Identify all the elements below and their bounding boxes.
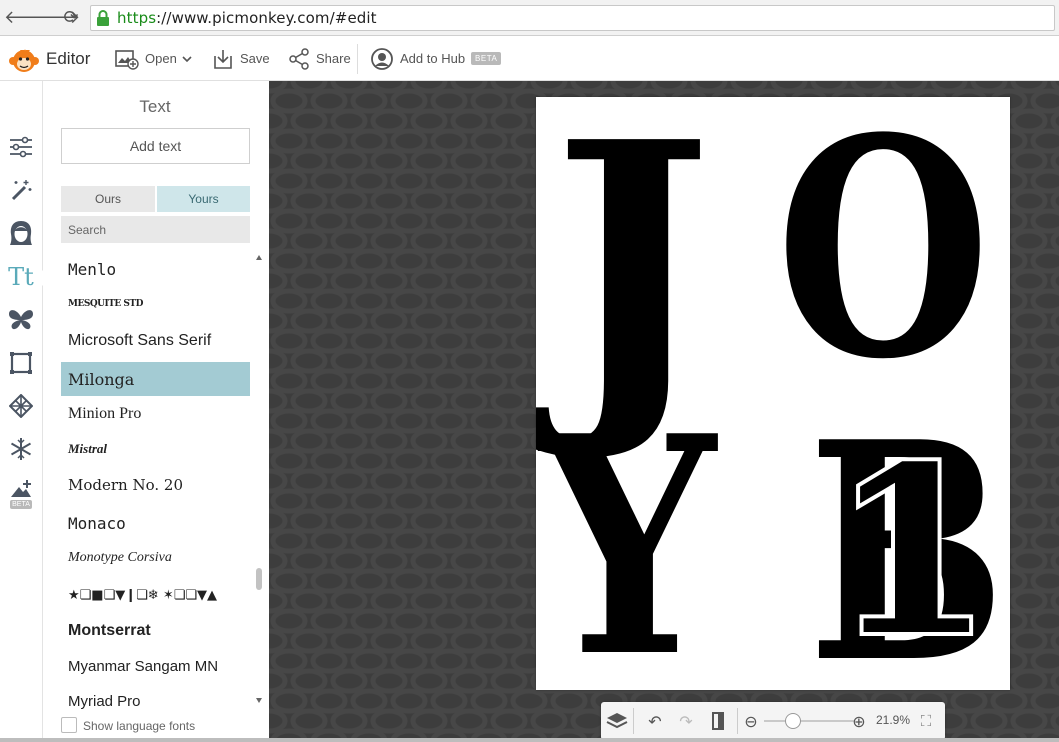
font-item-modern-no-20[interactable]: Modern No. 20: [61, 468, 250, 502]
url-text[interactable]: https://www.picmonkey.com/#edit: [117, 9, 377, 27]
save-button[interactable]: Save: [212, 36, 270, 81]
open-button[interactable]: Open: [115, 36, 193, 81]
magic-wand-icon[interactable]: [7, 176, 35, 204]
reload-icon[interactable]: ⟳: [60, 7, 82, 29]
flip-icon[interactable]: [706, 709, 730, 733]
letter-y[interactable]: Y: [540, 397, 716, 691]
texture-icon[interactable]: [7, 392, 35, 420]
share-icon: [289, 47, 309, 70]
chevron-down-icon: [182, 55, 192, 62]
canvas-area[interactable]: J O Y B 1 ↶ ↷ ⊖ ⊕ 21.9% ⛶: [269, 81, 1059, 742]
tab-yours[interactable]: Yours: [157, 186, 250, 212]
zoom-out-icon[interactable]: ⊖: [739, 709, 763, 733]
save-label: Save: [240, 51, 270, 66]
canvas-toolbar: ↶ ↷ ⊖ ⊕ 21.9% ⛶: [601, 702, 945, 740]
scroll-down-arrow-icon[interactable]: [256, 698, 262, 703]
tab-ours[interactable]: Ours: [61, 186, 155, 212]
sliders-icon[interactable]: [7, 133, 35, 161]
font-item-mistral[interactable]: Mistral: [61, 432, 250, 466]
lock-icon: [97, 10, 109, 26]
zoom-slider-track[interactable]: [764, 720, 854, 722]
hub-icon: [371, 47, 393, 70]
browser-toolbar: 🡐 🡒 ⟳ https://www.picmonkey.com/#edit: [0, 0, 1059, 36]
text-tool-icon[interactable]: Tt: [7, 263, 35, 291]
editor-logo[interactable]: Editor: [8, 36, 90, 81]
text-panel: Text Add text Ours Yours Menlo MESQUITE …: [44, 81, 269, 742]
panel-title: Text: [139, 97, 171, 116]
url-path: ://www.picmonkey.com/#edit: [156, 9, 377, 27]
hub-label: Add to Hub: [400, 51, 466, 66]
letter-o[interactable]: O: [776, 99, 990, 399]
open-label: Open: [145, 51, 177, 66]
font-search-input[interactable]: [61, 216, 250, 243]
toolbar-divider: [357, 44, 358, 74]
scroll-up-arrow-icon[interactable]: [256, 255, 262, 260]
digit-one[interactable]: 1: [828, 433, 996, 671]
face-icon[interactable]: [7, 219, 35, 247]
frame-icon[interactable]: [7, 349, 35, 377]
beta-badge: BETA: [471, 52, 502, 65]
share-button[interactable]: Share: [288, 36, 351, 81]
editor-title: Editor: [46, 48, 91, 68]
font-item-symbol-font[interactable]: ★❏■❏▼❙❏❄ ✶❏❏▼▲: [61, 578, 250, 612]
artboard[interactable]: J O Y B 1: [536, 97, 1010, 690]
back-arrow-icon[interactable]: 🡐: [4, 7, 52, 29]
font-list: Menlo MESQUITE STD Microsoft Sans Serif …: [61, 252, 250, 713]
add-to-hub-button[interactable]: Add to Hub BETA: [370, 36, 502, 81]
layers-icon[interactable]: [605, 709, 629, 733]
redo-icon[interactable]: ↷: [674, 709, 698, 733]
font-list-scrollbar[interactable]: [256, 568, 262, 590]
font-item-microsoft-sans-serif[interactable]: Microsoft Sans Serif: [61, 324, 250, 358]
forward-arrow-icon[interactable]: 🡒: [32, 7, 80, 29]
font-item-mesquite[interactable]: MESQUITE STD: [61, 287, 250, 321]
toolbar-separator: [633, 708, 634, 734]
butterfly-icon[interactable]: [7, 306, 35, 334]
undo-icon[interactable]: ↶: [643, 709, 667, 733]
zoom-in-icon[interactable]: ⊕: [847, 709, 871, 733]
show-language-fonts-label: Show language fonts: [83, 719, 196, 733]
snowflake-icon[interactable]: [7, 435, 35, 463]
toolbar-separator: [737, 708, 738, 734]
tool-rail: Tt BETA: [0, 81, 43, 742]
url-scheme: https: [117, 9, 157, 27]
window-bottom-edge: [0, 738, 1059, 742]
custom-design-icon[interactable]: BETA: [7, 477, 35, 511]
zoom-slider-handle[interactable]: [785, 713, 801, 729]
font-item-myriad-pro[interactable]: Myriad Pro: [61, 684, 250, 713]
open-image-icon: [115, 49, 139, 70]
monkey-logo-icon: [9, 48, 39, 72]
font-item-myanmar-sangam-mn[interactable]: Myanmar Sangam MN: [61, 649, 250, 683]
show-language-fonts-checkbox[interactable]: [61, 717, 77, 733]
add-text-button[interactable]: Add text: [61, 128, 250, 164]
fullscreen-icon[interactable]: ⛶: [914, 709, 938, 733]
font-item-milonga[interactable]: Milonga: [61, 362, 250, 396]
font-item-monaco[interactable]: Monaco: [61, 506, 250, 540]
zoom-percentage: 21.9%: [876, 713, 911, 727]
font-item-monotype-corsiva[interactable]: Monotype Corsiva: [61, 541, 250, 575]
font-item-montserrat[interactable]: Montserrat: [61, 614, 250, 648]
save-icon: [214, 49, 232, 69]
rail-beta-badge: BETA: [10, 500, 32, 509]
font-item-minion-pro[interactable]: Minion Pro: [61, 397, 250, 431]
share-label: Share: [316, 51, 351, 66]
font-item-menlo[interactable]: Menlo: [61, 252, 250, 286]
app-toolbar: Editor Open Save Share Add to Hub BETA: [0, 36, 1059, 81]
